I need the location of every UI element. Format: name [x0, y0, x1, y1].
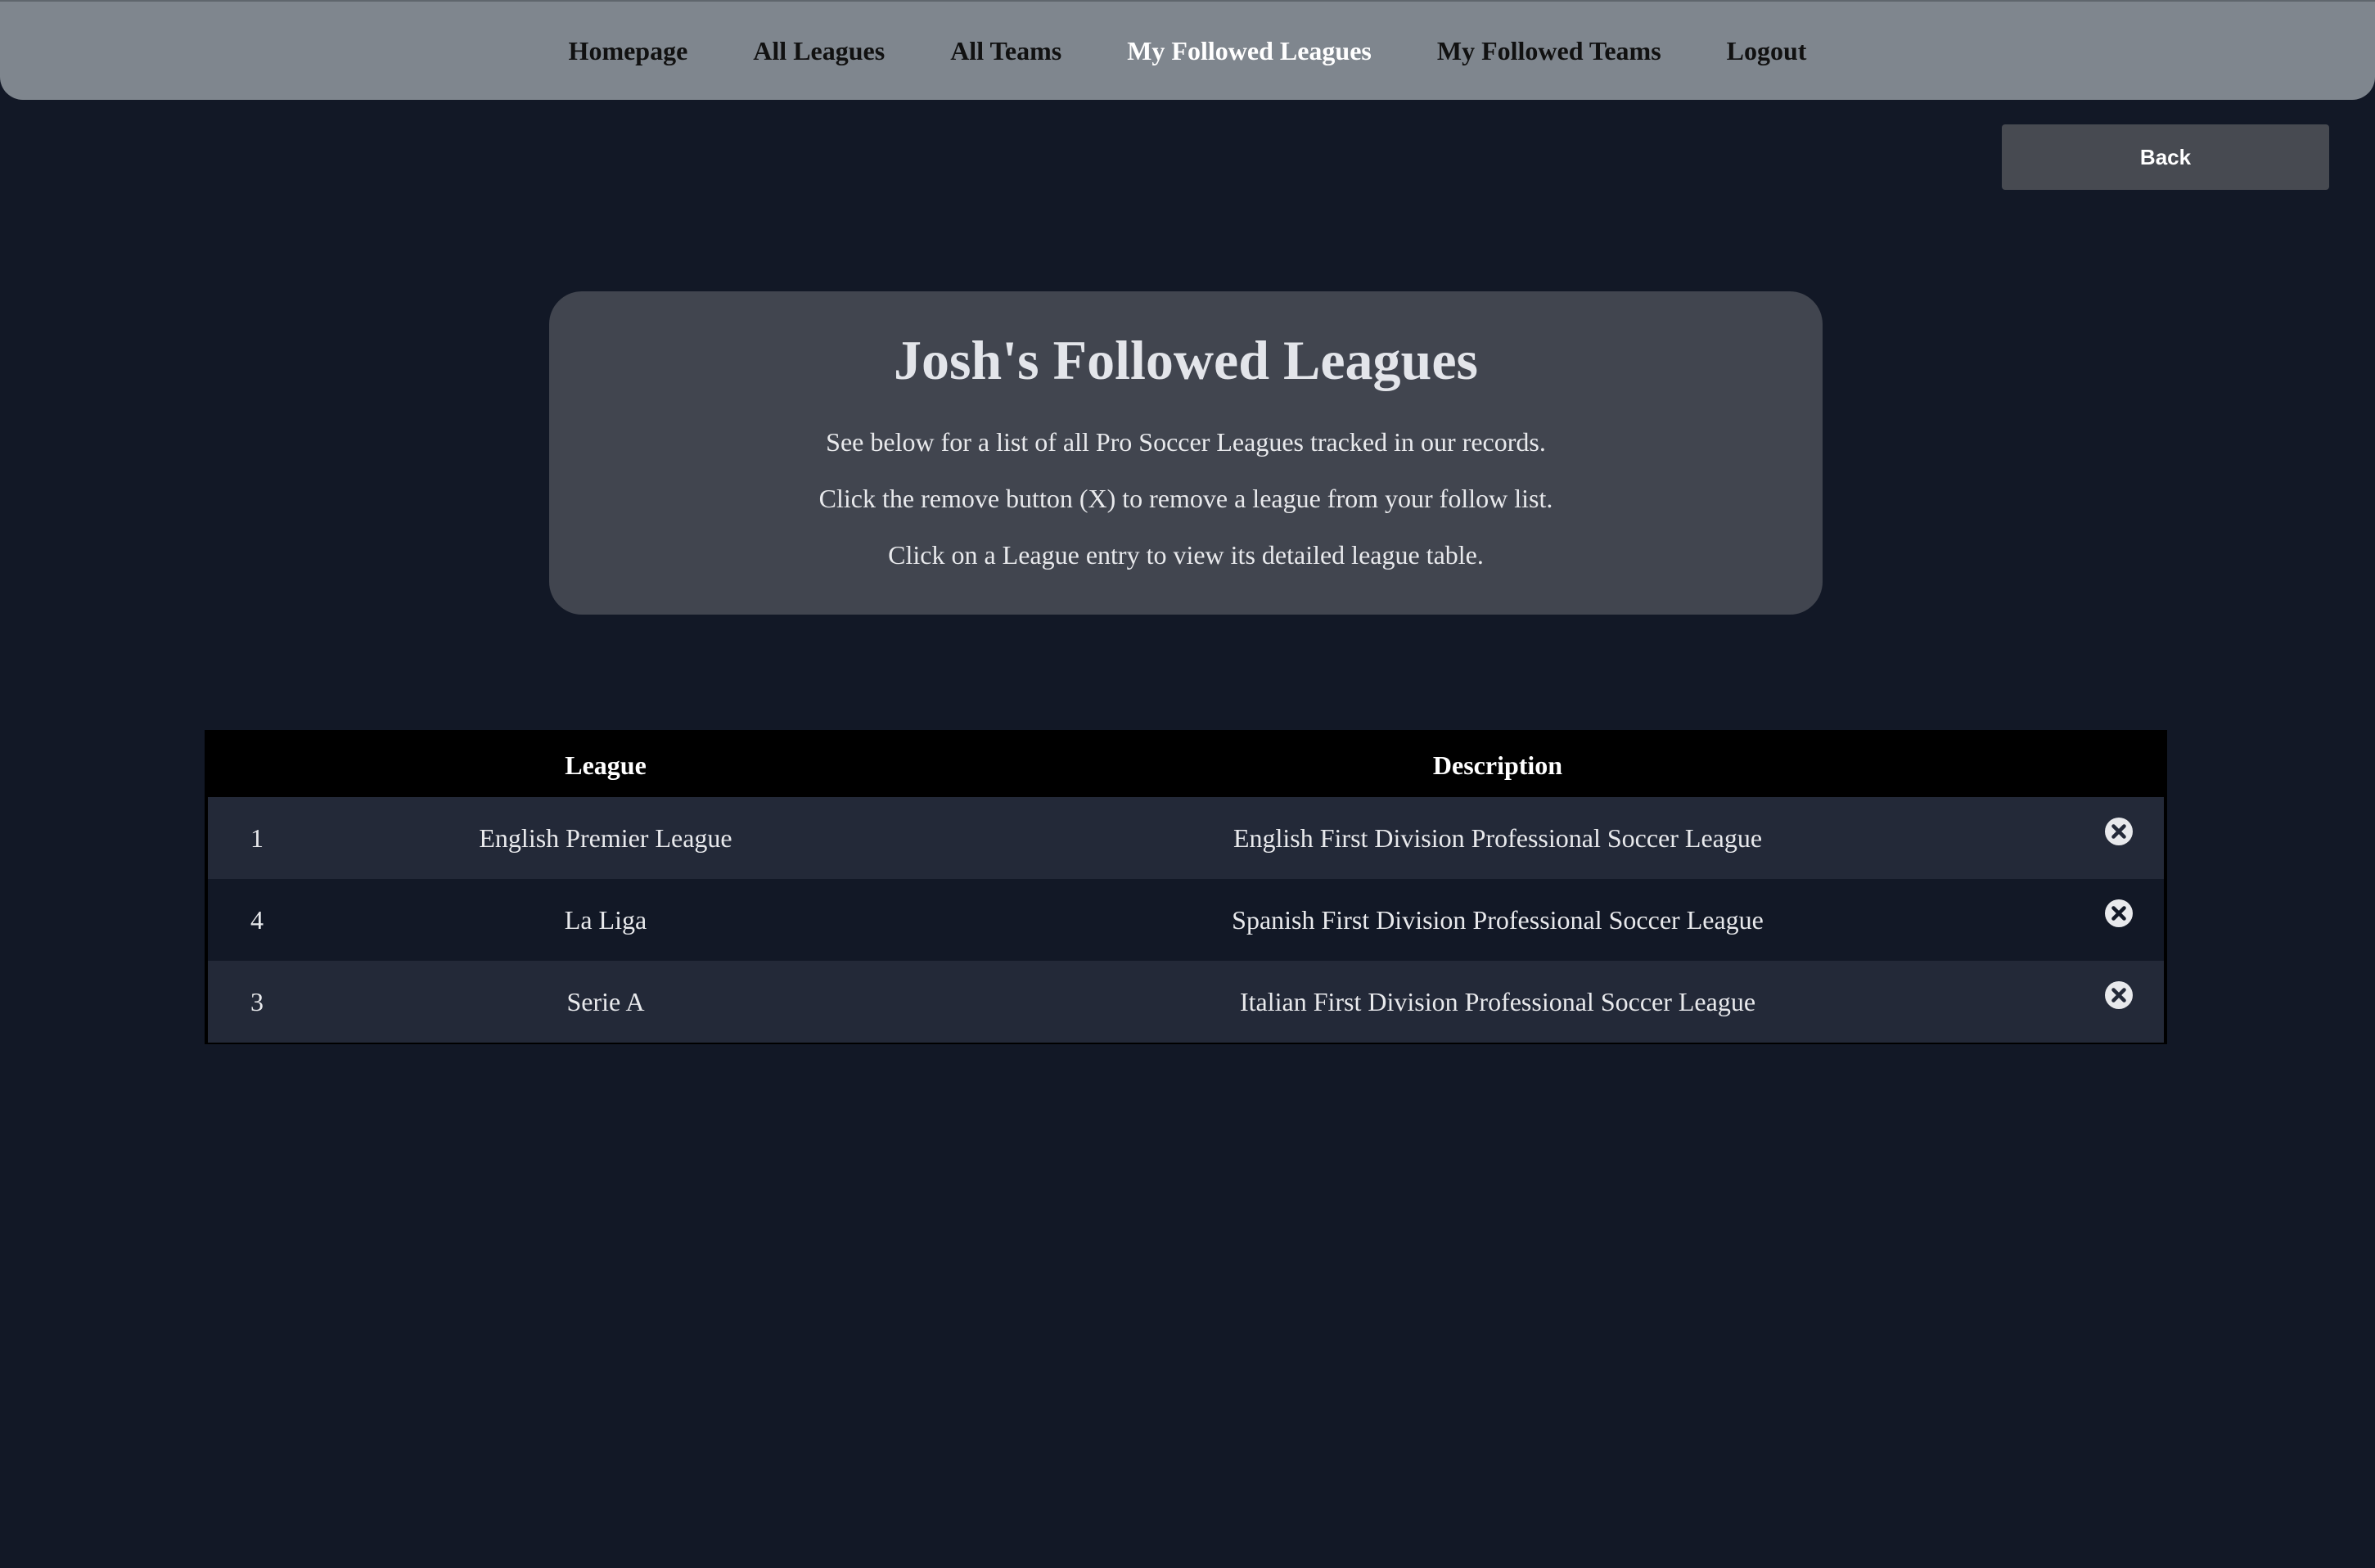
league-name-cell: English Premier League: [479, 822, 732, 853]
top-navbar: Homepage All Leagues All Teams My Follow…: [0, 0, 2375, 100]
nav-all-teams-link[interactable]: All Teams: [917, 36, 1094, 66]
close-circle-icon[interactable]: [2104, 817, 2134, 846]
league-id-cell: 4: [250, 904, 264, 935]
nav-logout-link[interactable]: Logout: [1694, 36, 1840, 66]
league-description-cell: English First Division Professional Socc…: [1233, 822, 1763, 853]
nav-my-followed-teams-link[interactable]: My Followed Teams: [1404, 36, 1694, 66]
header-remove: [2090, 733, 2164, 797]
league-name-cell: La Liga: [564, 904, 647, 935]
page-title: Josh's Followed Leagues: [893, 329, 1479, 391]
league-name-cell: Serie A: [566, 986, 645, 1016]
remove-cell: [2090, 879, 2164, 961]
nav-my-followed-leagues-link[interactable]: My Followed Leagues: [1094, 36, 1404, 66]
remove-cell: [2090, 961, 2164, 1043]
close-circle-icon[interactable]: [2104, 980, 2134, 1010]
league-id-cell: 3: [250, 986, 264, 1016]
info-text-list: See below for a list of all Pro Soccer L…: [826, 427, 1546, 457]
info-card: Josh's Followed Leagues See below for a …: [549, 291, 1823, 615]
close-circle-icon[interactable]: [2104, 899, 2134, 928]
header-id: [208, 733, 306, 797]
leagues-table: League Description 1 English Premier Lea…: [208, 733, 2164, 1043]
info-text-remove: Click the remove button (X) to remove a …: [818, 484, 1553, 513]
remove-cell: [2090, 797, 2164, 879]
nav-all-leagues-link[interactable]: All Leagues: [720, 36, 917, 66]
table-row[interactable]: 1 English Premier League English First D…: [208, 797, 2164, 879]
table-row[interactable]: 3 Serie A Italian First Division Profess…: [208, 961, 2164, 1043]
info-text-view: Click on a League entry to view its deta…: [888, 540, 1484, 570]
league-description-cell: Italian First Division Professional Socc…: [1239, 986, 1756, 1016]
header-league: League: [565, 750, 647, 780]
table-row[interactable]: 4 La Liga Spanish First Division Profess…: [208, 879, 2164, 961]
league-description-cell: Spanish First Division Professional Socc…: [1232, 904, 1764, 935]
nav-menu: Homepage All Leagues All Teams My Follow…: [0, 2, 2375, 100]
back-button[interactable]: Back: [2002, 124, 2329, 190]
leagues-table-container: League Description 1 English Premier Lea…: [205, 730, 2167, 1044]
league-id-cell: 1: [250, 822, 264, 853]
nav-homepage-link[interactable]: Homepage: [536, 36, 721, 66]
table-header-row: League Description: [208, 733, 2164, 797]
header-description: Description: [1432, 750, 1563, 780]
